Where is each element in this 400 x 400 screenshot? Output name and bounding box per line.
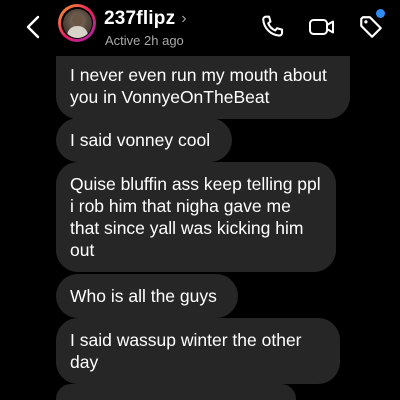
back-button[interactable] <box>20 12 46 42</box>
video-call-button[interactable] <box>308 13 336 41</box>
back-arrow-icon <box>26 15 40 39</box>
chat-header: 237flipz › Active 2h ago <box>0 0 400 56</box>
dm-thread-screen: I never even run my mouth about you in V… <box>0 0 400 400</box>
active-status: Active 2h ago <box>105 33 184 48</box>
message-text: I said wassup winter the other day <box>70 330 302 372</box>
message-text: Who is all the guys <box>70 286 217 306</box>
avatar-photo <box>62 8 92 38</box>
notification-dot <box>376 9 385 18</box>
contact-name-row[interactable]: 237flipz › <box>104 8 187 30</box>
message-bubble[interactable]: Who is all the guys <box>56 274 238 318</box>
avatar-ring <box>61 7 93 39</box>
contact-name: 237flipz <box>104 8 176 29</box>
message-text: I never even run my mouth about you in V… <box>70 65 327 107</box>
message-bubble-partial[interactable] <box>56 384 296 400</box>
message-text: I said vonney cool <box>70 130 211 150</box>
message-thread[interactable]: I never even run my mouth about you in V… <box>0 0 400 400</box>
phone-icon <box>262 15 284 37</box>
message-bubble[interactable]: I said vonney cool <box>56 118 232 162</box>
video-camera-icon <box>309 19 334 35</box>
chevron-right-icon: › <box>181 10 187 27</box>
message-bubble[interactable]: I never even run my mouth about you in V… <box>56 50 350 119</box>
avatar[interactable] <box>58 4 96 42</box>
message-bubble[interactable]: Quise bluffin ass keep telling ppl i rob… <box>56 162 336 272</box>
call-button[interactable] <box>258 13 286 41</box>
message-text: Quise bluffin ass keep telling ppl i rob… <box>70 174 321 260</box>
message-bubble[interactable]: I said wassup winter the other day <box>56 318 340 384</box>
